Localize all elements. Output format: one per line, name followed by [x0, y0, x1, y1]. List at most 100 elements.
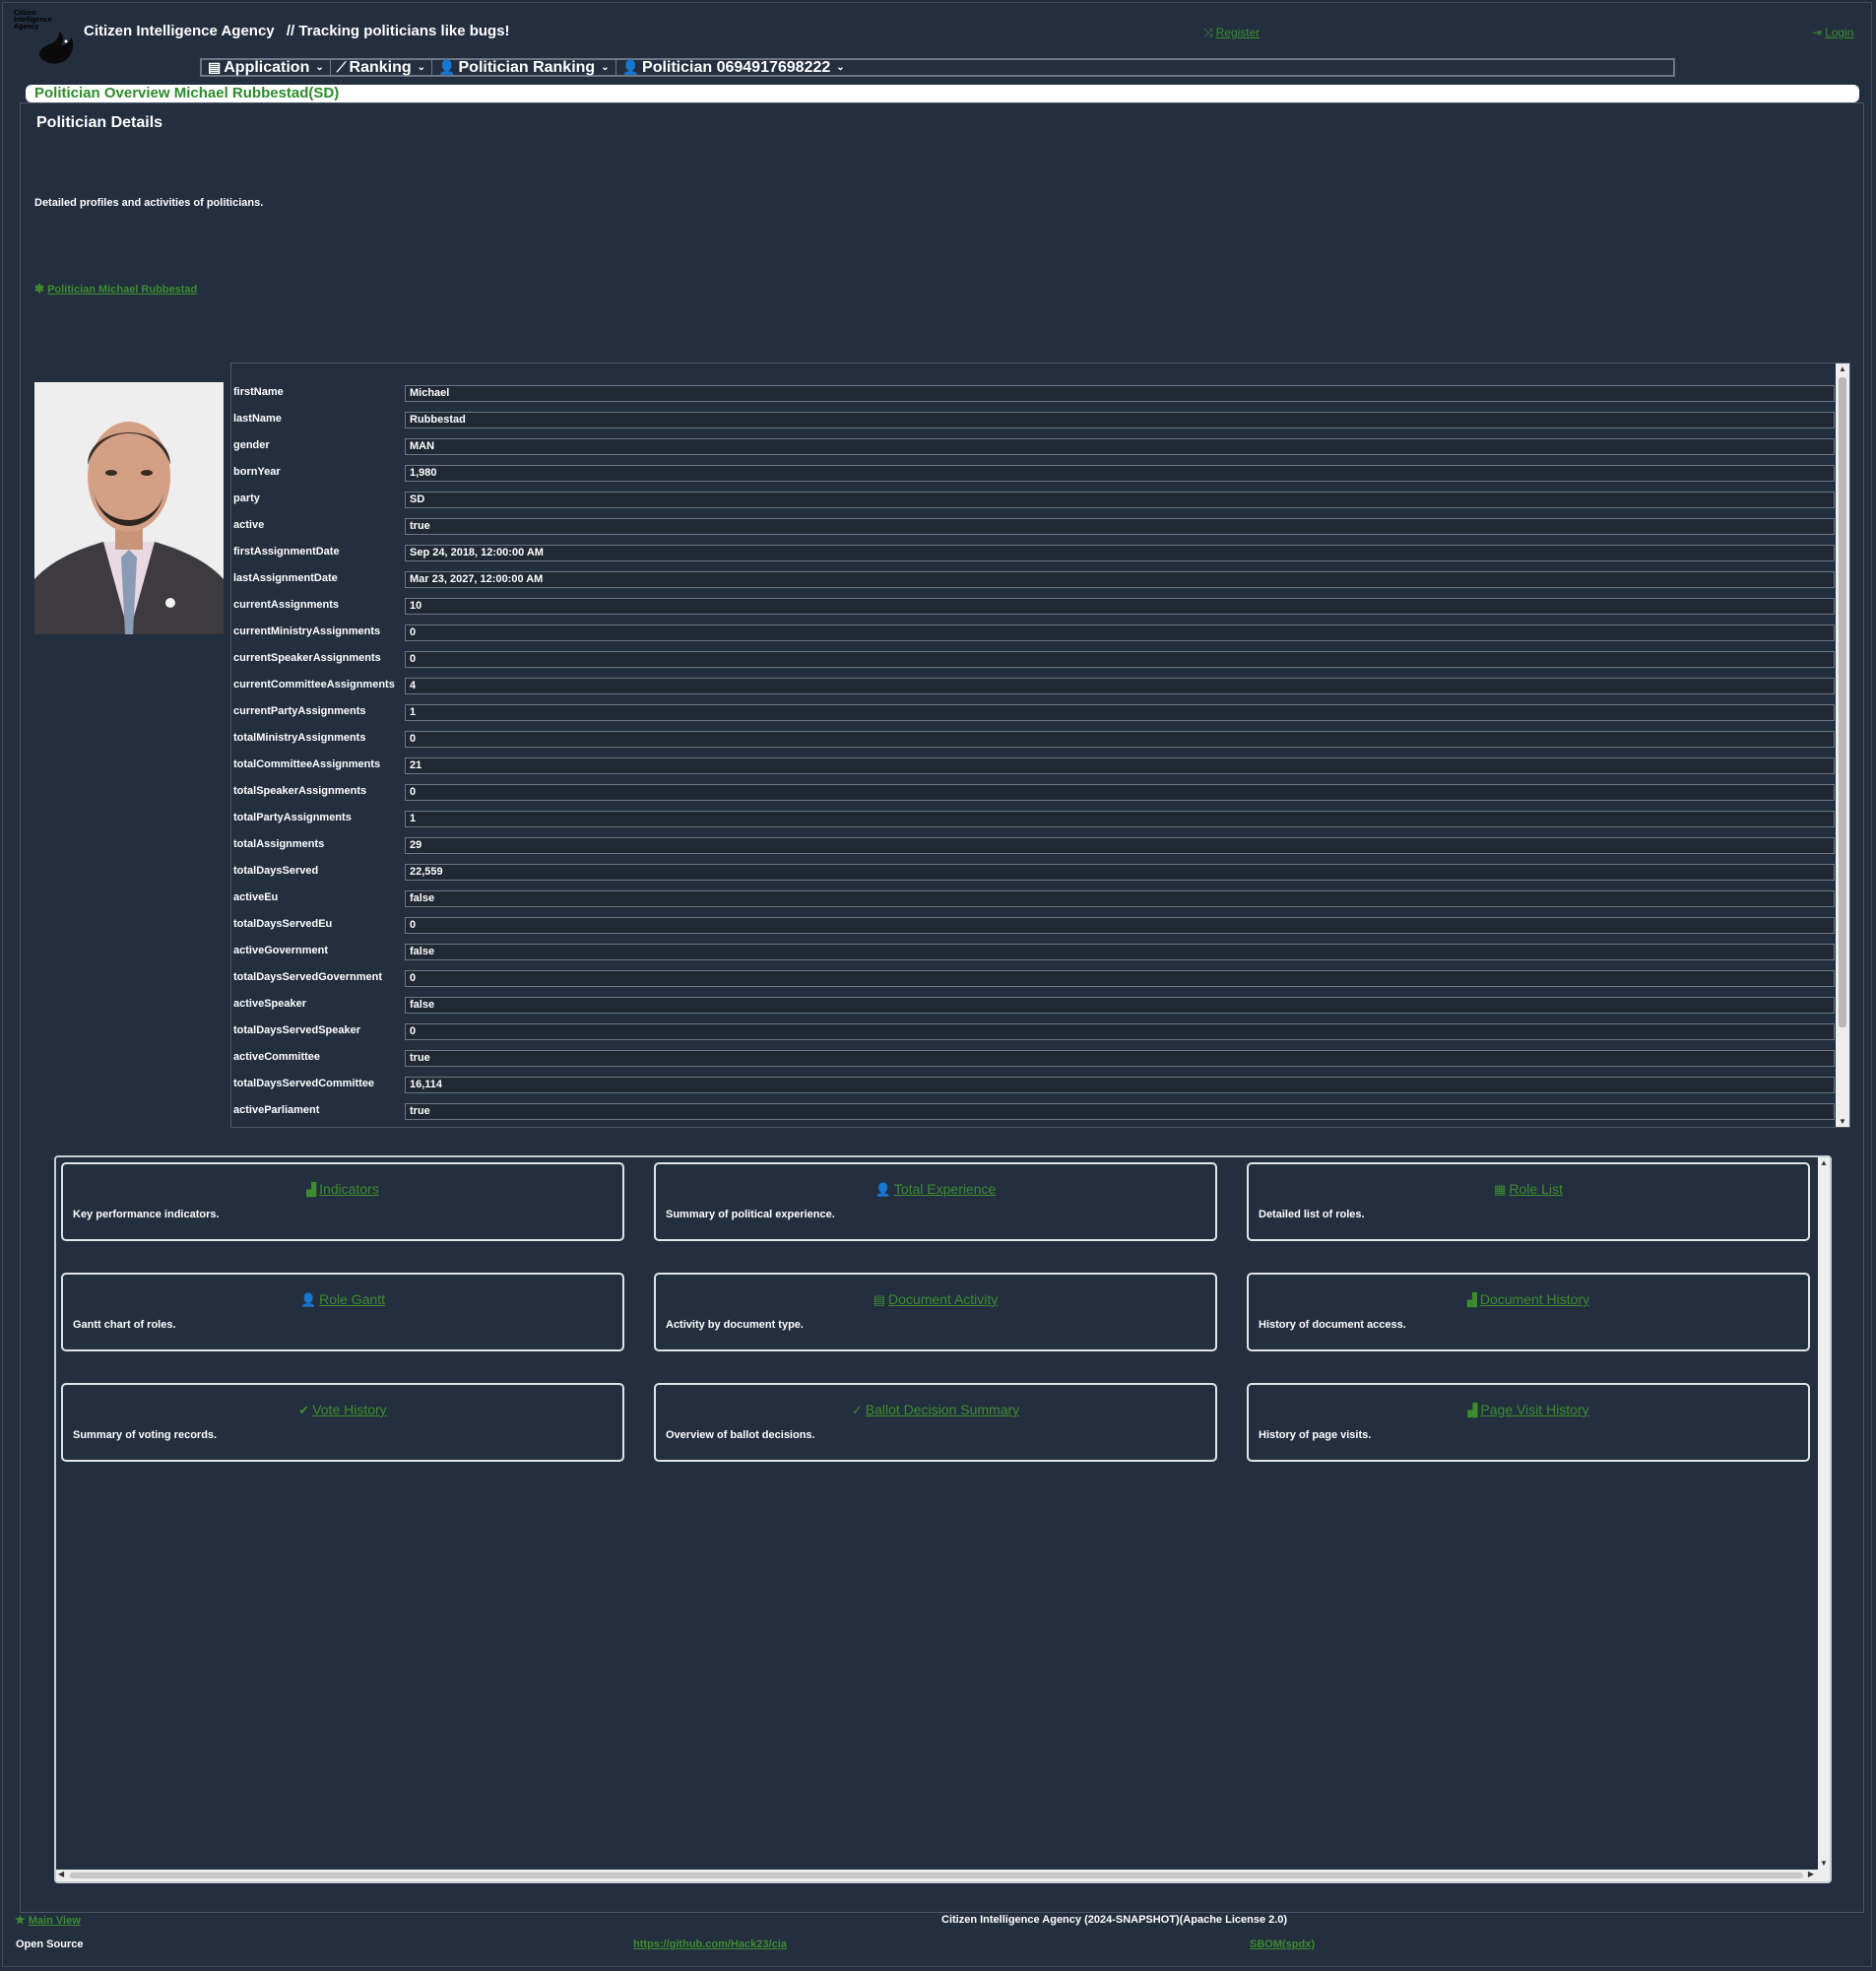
field-label: currentPartyAssignments	[233, 705, 366, 717]
card-link[interactable]: Role List	[1509, 1181, 1562, 1197]
field-label: totalMinistryAssignments	[233, 732, 366, 744]
field-value[interactable]: false	[405, 944, 1835, 960]
field-value[interactable]: Sep 24, 2018, 12:00:00 AM	[405, 545, 1835, 561]
field-value[interactable]: 22,559	[405, 864, 1835, 881]
card-title[interactable]: ▤ Document Activity	[656, 1291, 1215, 1308]
scroll-left-icon[interactable]: ◀	[58, 1870, 64, 1878]
field-value[interactable]: 16,114	[405, 1077, 1835, 1093]
field-value[interactable]: 29	[405, 837, 1835, 854]
register-link[interactable]: ⤨ Register	[1203, 26, 1260, 40]
field-value[interactable]: 0	[405, 651, 1835, 668]
field-value[interactable]: Michael	[405, 385, 1835, 402]
politician-link-label[interactable]: Politician Michael Rubbestad	[47, 284, 197, 296]
detail-row-firstAssignmentDate: firstAssignmentDate Sep 24, 2018, 12:00:0…	[231, 540, 1835, 566]
card-title[interactable]: ▟ Indicators	[63, 1181, 622, 1198]
field-value[interactable]: Mar 23, 2027, 12:00:00 AM	[405, 571, 1835, 588]
field-value[interactable]: 21	[405, 757, 1835, 774]
field-value[interactable]: true	[405, 1103, 1835, 1120]
license-text: Citizen Intelligence Agency (2024-SNAPSH…	[941, 1914, 1288, 1926]
details-scrollbar[interactable]: ▲ ▼	[1836, 363, 1849, 1127]
card-document-history[interactable]: ▟ Document History History of document acc…	[1247, 1273, 1810, 1351]
politician-link[interactable]: ✱ Politician Michael Rubbestad	[34, 282, 197, 296]
card-description: Summary of voting records.	[73, 1429, 218, 1441]
card-vote-history[interactable]: ✔ Vote History Summary of voting records.	[61, 1383, 624, 1462]
field-value[interactable]: 0	[405, 970, 1835, 987]
scrollbar-thumb[interactable]	[70, 1872, 1803, 1878]
menu-ranking[interactable]: ⟋ Ranking ⌄	[331, 59, 433, 76]
scroll-up-icon[interactable]: ▲	[1839, 364, 1846, 373]
field-value[interactable]: false	[405, 997, 1835, 1014]
card-title[interactable]: 👤 Role Gantt	[63, 1291, 622, 1308]
field-value[interactable]: 10	[405, 598, 1835, 615]
card-title[interactable]: ✔ Vote History	[63, 1402, 622, 1418]
detail-row-totalSpeakerAssignments: totalSpeakerAssignments 0	[231, 779, 1835, 806]
field-value[interactable]: 0	[405, 784, 1835, 801]
politician-details-form: firstName Michael lastName Rubbestad gender M…	[230, 362, 1850, 1128]
card-indicators[interactable]: ▟ Indicators Key performance indicators.	[61, 1162, 624, 1241]
card-role-list[interactable]: ▦ Role List Detailed list of roles.	[1247, 1162, 1810, 1241]
field-value[interactable]: SD	[405, 492, 1835, 508]
scroll-down-icon[interactable]: ▼	[1820, 1859, 1828, 1868]
scrollbar-thumb[interactable]	[1839, 377, 1846, 1027]
menu-label: Politician Ranking	[458, 58, 596, 76]
field-value[interactable]: true	[405, 518, 1835, 535]
card-link[interactable]: Document History	[1480, 1291, 1589, 1307]
card-link[interactable]: Total Experience	[894, 1181, 997, 1197]
main-view-link[interactable]: ★ Main View	[15, 1913, 81, 1927]
chart-icon: ▟	[1467, 1403, 1478, 1417]
field-value[interactable]: MAN	[405, 438, 1835, 455]
card-link[interactable]: Role Gantt	[319, 1291, 385, 1307]
card-link[interactable]: Page Visit History	[1480, 1402, 1588, 1417]
field-value[interactable]: false	[405, 890, 1835, 907]
page-description: Detailed profiles and activities of poli…	[34, 197, 264, 209]
card-title[interactable]: 👤 Total Experience	[656, 1181, 1215, 1198]
sbom-link[interactable]: SBOM(spdx)	[1250, 1938, 1315, 1950]
card-title[interactable]: ✓ Ballot Decision Summary	[656, 1402, 1215, 1418]
card-link[interactable]: Ballot Decision Summary	[866, 1402, 1019, 1417]
open-source-label: Open Source	[16, 1938, 84, 1950]
field-value[interactable]: 0	[405, 917, 1835, 934]
login-label[interactable]: Login	[1825, 26, 1853, 39]
cards-horizontal-scrollbar[interactable]: ◀ ▶	[56, 1870, 1830, 1881]
scroll-right-icon[interactable]: ▶	[1808, 1870, 1814, 1878]
card-link[interactable]: Indicators	[319, 1181, 379, 1197]
scroll-up-icon[interactable]: ▲	[1820, 1158, 1828, 1167]
field-value[interactable]: Rubbestad	[405, 412, 1835, 428]
menu-politician[interactable]: 👤 Politician 0694917698222 ⌄	[616, 58, 851, 76]
detail-row-totalCommitteeAssignments: totalCommitteeAssignments 21	[231, 753, 1835, 779]
login-link[interactable]: ⇥ Login	[1812, 26, 1853, 39]
field-value[interactable]: 4	[405, 678, 1835, 694]
card-title[interactable]: ▦ Role List	[1249, 1181, 1808, 1198]
field-label: activeSpeaker	[233, 998, 306, 1010]
card-link[interactable]: Vote History	[312, 1402, 386, 1417]
field-value[interactable]: 1,980	[405, 465, 1835, 482]
card-ballot-decision-summary[interactable]: ✓ Ballot Decision Summary Overview of ball…	[654, 1383, 1217, 1462]
github-link[interactable]: https://github.com/Hack23/cia	[633, 1938, 787, 1950]
detail-row-totalMinistryAssignments: totalMinistryAssignments 0	[231, 726, 1835, 753]
field-label: totalCommitteeAssignments	[233, 758, 381, 770]
menu-label: Politician 0694917698222	[642, 58, 831, 76]
card-description: Key performance indicators.	[73, 1209, 220, 1220]
card-total-experience[interactable]: 👤 Total Experience Summary of political ex…	[654, 1162, 1217, 1241]
main-view-label[interactable]: Main View	[29, 1915, 81, 1927]
card-role-gantt[interactable]: 👤 Role Gantt Gantt chart of roles.	[61, 1273, 624, 1351]
cards-vertical-scrollbar[interactable]: ▲ ▼	[1818, 1157, 1830, 1881]
scroll-down-icon[interactable]: ▼	[1839, 1117, 1846, 1126]
field-value[interactable]: 1	[405, 811, 1835, 827]
card-page-visit-history[interactable]: ▟ Page Visit History History of page visit…	[1247, 1383, 1810, 1462]
user-icon: 👤	[621, 59, 640, 75]
field-value[interactable]: 0	[405, 1023, 1835, 1040]
file-icon: ▤	[873, 1292, 886, 1307]
field-value[interactable]: 0	[405, 624, 1835, 641]
card-title[interactable]: ▟ Page Visit History	[1249, 1402, 1808, 1418]
card-link[interactable]: Document Activity	[888, 1291, 998, 1307]
menu-politician-ranking[interactable]: 👤 Politician Ranking ⌄	[432, 58, 616, 76]
menu-application[interactable]: ▤ Application ⌄	[202, 59, 331, 76]
field-value[interactable]: true	[405, 1050, 1835, 1067]
register-label[interactable]: Register	[1216, 26, 1261, 39]
card-title[interactable]: ▟ Document History	[1249, 1291, 1808, 1308]
field-value[interactable]: 1	[405, 704, 1835, 721]
field-value[interactable]: 0	[405, 731, 1835, 748]
card-document-activity[interactable]: ▤ Document Activity Activity by document t…	[654, 1273, 1217, 1351]
app-logo[interactable]: Citizen Intelligence Agency	[14, 10, 83, 69]
